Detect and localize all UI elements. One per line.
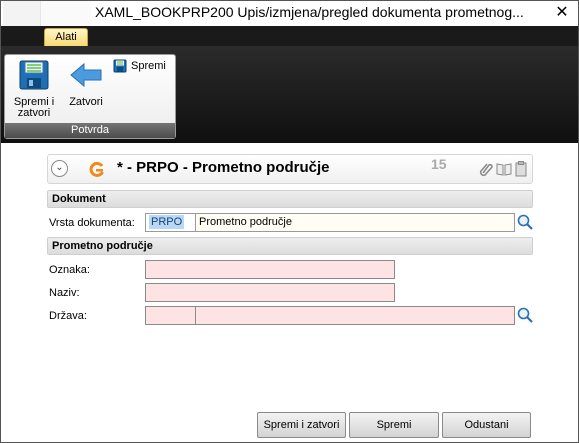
naziv-label: Naziv: [49, 287, 80, 299]
footer-save-and-close-button[interactable]: Spremi i zatvori [257, 412, 346, 438]
document-title: * - PRPO - Prometno područje [117, 159, 330, 176]
attachment-icon[interactable] [479, 161, 493, 177]
save-small-label: Spremi [131, 60, 166, 72]
ribbon-group-label: Potvrda [5, 123, 175, 138]
floppy-save-icon [19, 60, 49, 90]
tab-alati[interactable]: Alati [44, 28, 88, 47]
clipboard-icon[interactable] [515, 161, 527, 177]
footer-cancel-button[interactable]: Odustani [442, 412, 531, 438]
drzava-search-button[interactable] [515, 306, 534, 325]
save-small-button[interactable]: Spremi [113, 59, 173, 75]
doc-type-name-value: Prometno područje [199, 216, 292, 228]
search-icon [517, 307, 533, 323]
close-button-label: Zatvori [69, 96, 103, 108]
doc-type-search-button[interactable] [515, 213, 534, 232]
doc-type-code-value: PRPO [149, 215, 185, 229]
close-window-button[interactable]: ✕ [552, 3, 572, 23]
naziv-input[interactable] [145, 283, 395, 302]
book-icon[interactable] [496, 162, 512, 176]
collapse-toggle-icon[interactable]: ⌄ [51, 160, 68, 177]
doc-type-name-field[interactable]: Prometno područje [195, 213, 515, 232]
record-count: 15 [431, 156, 447, 172]
app-icon [3, 1, 41, 26]
footer-save-button[interactable]: Spremi [349, 412, 439, 438]
doc-type-label: Vrsta dokumenta: [49, 217, 135, 229]
window-title: XAML_BOOKPRP200 Upis/izmjena/pregled dok… [95, 4, 524, 20]
drzava-name-input[interactable] [195, 306, 515, 325]
floppy-small-icon [113, 59, 127, 73]
title-bar: XAML_BOOKPRP200 Upis/izmjena/pregled dok… [1, 1, 578, 26]
search-icon [517, 214, 533, 230]
drzava-code-input[interactable] [145, 306, 196, 325]
section-dokument: Dokument [47, 190, 533, 208]
doc-type-code-field[interactable]: PRPO [145, 213, 196, 232]
close-button[interactable]: Zatvori [63, 59, 109, 115]
section-prometno-podrucje: Prometno područje [47, 237, 533, 255]
refresh-logo-icon [89, 161, 104, 177]
oznaka-input[interactable] [145, 260, 395, 279]
quick-access-toolbar [41, 1, 91, 26]
drzava-label: Država: [49, 310, 87, 322]
application-window: XAML_BOOKPRP200 Upis/izmjena/pregled dok… [0, 0, 579, 443]
save-and-close-label-line2: zatvori [17, 107, 51, 119]
save-and-close-button[interactable]: Spremi i zatvori [11, 59, 57, 121]
ribbon-group-potvrda: Spremi i zatvori Zatvori Spremi Potvrda [4, 54, 176, 139]
back-arrow-icon [70, 62, 102, 88]
oznaka-label: Oznaka: [49, 264, 90, 276]
